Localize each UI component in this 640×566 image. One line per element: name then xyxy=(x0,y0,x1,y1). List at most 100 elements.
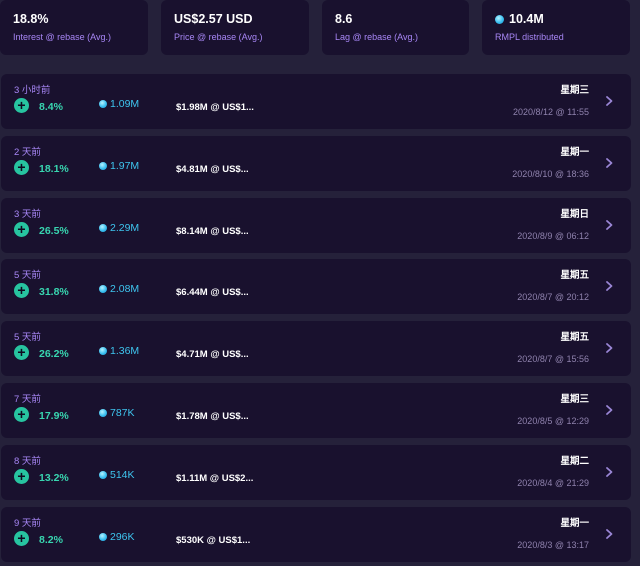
coin-dot-icon xyxy=(99,471,107,479)
row-time-ago: 2 天前 xyxy=(14,147,41,158)
chevron-right-icon[interactable] xyxy=(603,404,615,416)
plus-circle-icon: + xyxy=(14,160,29,175)
stat-label-distributed: RMPL distributed xyxy=(495,32,564,42)
row-timestamp: 2020/8/9 @ 06:12 xyxy=(517,231,589,241)
coin-dot-icon xyxy=(99,347,107,355)
row-interest-percent: 13.2% xyxy=(39,472,69,484)
row-distributed: 2.29M xyxy=(99,222,139,234)
row-distributed: 1.36M xyxy=(99,345,139,357)
row-interest-percent: 8.2% xyxy=(39,534,63,546)
row-distributed-amount: 2.29M xyxy=(110,222,140,234)
coin-dot-icon xyxy=(495,14,504,24)
plus-circle-icon: + xyxy=(14,222,29,237)
row-interest-percent: 18.1% xyxy=(39,163,69,175)
row-weekday: 星期五 xyxy=(560,332,589,343)
row-time-ago: 9 天前 xyxy=(14,518,41,529)
plus-circle-icon: + xyxy=(14,407,29,422)
row-weekday: 星期三 xyxy=(560,394,589,405)
stat-value-lag: 8.6 xyxy=(335,12,353,26)
coin-dot-icon xyxy=(99,409,107,417)
plus-circle-icon: + xyxy=(14,283,29,298)
stat-label-price: Price @ rebase (Avg.) xyxy=(174,32,263,42)
plus-circle-icon: + xyxy=(14,345,29,360)
row-distributed-amount: 1.09M xyxy=(110,98,140,110)
stat-card-interest: 18.8% Interest @ rebase (Avg.) xyxy=(0,0,148,55)
rebase-row[interactable]: 9 天前 +8.2% 296K $530K @ US$1... 星期一 2020/8/3 … xyxy=(1,507,631,562)
row-time-ago: 7 天前 xyxy=(14,394,41,405)
row-weekday: 星期一 xyxy=(560,518,589,529)
row-distributed: 296K xyxy=(99,531,135,543)
row-market-cap: $1.78M @ US$... xyxy=(176,411,249,422)
row-distributed: 514K xyxy=(99,469,135,481)
chevron-right-icon[interactable] xyxy=(603,157,615,169)
row-market-cap: $8.14M @ US$... xyxy=(176,226,249,237)
row-market-cap: $4.81M @ US$... xyxy=(176,164,249,175)
chevron-right-icon[interactable] xyxy=(603,342,615,354)
coin-dot-icon xyxy=(99,100,107,108)
row-distributed: 1.97M xyxy=(99,160,139,172)
row-timestamp: 2020/8/3 @ 13:17 xyxy=(517,540,589,550)
row-time-ago: 5 天前 xyxy=(14,270,41,281)
row-weekday: 星期一 xyxy=(560,147,589,158)
row-interest-percent: 26.5% xyxy=(39,225,69,237)
row-timestamp: 2020/8/10 @ 18:36 xyxy=(512,169,589,179)
rebase-history-page: 18.8% Interest @ rebase (Avg.) US$2.57 U… xyxy=(0,0,640,566)
rebase-row[interactable]: 3 天前 +26.5% 2.29M $8.14M @ US$... 星期日 2020/8/… xyxy=(1,198,631,253)
row-interest-percent: 31.8% xyxy=(39,286,69,298)
plus-circle-icon: + xyxy=(14,469,29,484)
row-distributed: 787K xyxy=(99,407,135,419)
stat-label-lag: Lag @ rebase (Avg.) xyxy=(335,32,419,42)
chevron-right-icon[interactable] xyxy=(603,95,615,107)
row-distributed-amount: 296K xyxy=(110,531,135,543)
row-distributed: 1.09M xyxy=(99,98,139,110)
chevron-right-icon[interactable] xyxy=(603,466,615,478)
row-weekday: 星期三 xyxy=(560,85,589,96)
stat-value-price: US$2.57 USD xyxy=(174,12,253,26)
row-interest-percent: 17.9% xyxy=(39,410,69,422)
row-time-ago: 3 天前 xyxy=(14,209,41,220)
row-interest-percent: 26.2% xyxy=(39,348,69,360)
row-distributed-amount: 2.08M xyxy=(110,283,140,295)
rebase-row[interactable]: 3 小时前 +8.4% 1.09M $1.98M @ US$1... 星期三 2020/8… xyxy=(1,74,631,129)
rebase-row[interactable]: 8 天前 +13.2% 514K $1.11M @ US$2... 星期二 2020/8/… xyxy=(1,445,631,500)
row-market-cap: $530K @ US$1... xyxy=(176,535,251,546)
chevron-right-icon[interactable] xyxy=(603,219,615,231)
row-distributed: 2.08M xyxy=(99,283,139,295)
plus-circle-icon: + xyxy=(14,98,29,113)
rebase-row[interactable]: 5 天前 +26.2% 1.36M $4.71M @ US$... 星期五 2020/8/… xyxy=(1,321,631,376)
plus-circle-icon: + xyxy=(14,531,29,546)
stat-card-distributed: 10.4M RMPL distributed xyxy=(482,0,630,55)
chevron-right-icon[interactable] xyxy=(603,280,615,292)
rebase-row[interactable]: 7 天前 +17.9% 787K $1.78M @ US$... 星期三 2020/8/5… xyxy=(1,383,631,438)
row-timestamp: 2020/8/7 @ 15:56 xyxy=(517,354,589,364)
coin-dot-icon xyxy=(99,224,107,232)
stat-value-distributed-text: 10.4M xyxy=(509,12,544,26)
row-timestamp: 2020/8/12 @ 11:55 xyxy=(512,107,589,117)
coin-dot-icon xyxy=(99,533,107,541)
row-weekday: 星期日 xyxy=(560,209,589,220)
row-distributed-amount: 1.36M xyxy=(110,345,140,357)
row-market-cap: $4.71M @ US$... xyxy=(176,349,249,360)
row-distributed-amount: 787K xyxy=(110,407,135,419)
row-market-cap: $6.44M @ US$... xyxy=(176,287,249,298)
row-market-cap: $1.98M @ US$1... xyxy=(176,102,254,113)
row-time-ago: 8 天前 xyxy=(14,456,41,467)
stat-card-price: US$2.57 USD Price @ rebase (Avg.) xyxy=(161,0,309,55)
row-market-cap: $1.11M @ US$2... xyxy=(176,473,254,484)
coin-dot-icon xyxy=(99,285,107,293)
stat-label-interest: Interest @ rebase (Avg.) xyxy=(13,32,112,42)
stat-value-distributed: 10.4M xyxy=(495,12,630,26)
rebase-row[interactable]: 5 天前 +31.8% 2.08M $6.44M @ US$... 星期五 2020/8/… xyxy=(1,259,631,314)
stat-card-lag: 8.6 Lag @ rebase (Avg.) xyxy=(322,0,469,55)
row-time-ago: 3 小时前 xyxy=(14,85,51,96)
coin-dot-icon xyxy=(99,162,107,170)
row-timestamp: 2020/8/5 @ 12:29 xyxy=(517,416,589,426)
chevron-right-icon[interactable] xyxy=(603,528,615,540)
row-weekday: 星期二 xyxy=(560,456,589,467)
row-weekday: 星期五 xyxy=(560,270,589,281)
rebase-row[interactable]: 2 天前 +18.1% 1.97M $4.81M @ US$... 星期一 2020/8/… xyxy=(1,136,631,191)
row-timestamp: 2020/8/7 @ 20:12 xyxy=(517,292,589,302)
stat-value-interest: 18.8% xyxy=(13,12,49,26)
stats-summary: 18.8% Interest @ rebase (Avg.) US$2.57 U… xyxy=(0,0,640,58)
row-distributed-amount: 1.97M xyxy=(110,160,140,172)
